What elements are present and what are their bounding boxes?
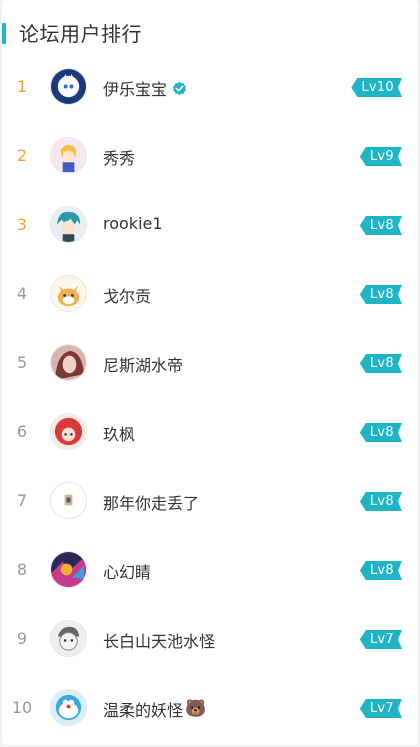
user-name-container[interactable]: 那年你走丢了 bbox=[103, 490, 199, 514]
ranking-row[interactable]: 3 rookie1 Lv8 bbox=[2, 200, 418, 252]
user-name[interactable]: 玖枫 bbox=[103, 421, 135, 445]
user-name[interactable]: 温柔的妖怪 bbox=[103, 697, 183, 721]
user-name-container[interactable]: 尼斯湖水帝 bbox=[103, 352, 183, 376]
user-avatar[interactable] bbox=[50, 689, 87, 726]
user-avatar[interactable] bbox=[50, 68, 87, 105]
user-name[interactable]: 尼斯湖水帝 bbox=[103, 352, 183, 376]
user-name-container[interactable]: 秀秀 bbox=[103, 145, 135, 169]
panel-header: 论坛用户排行 bbox=[2, 20, 418, 52]
user-name[interactable]: rookie1 bbox=[103, 214, 163, 233]
user-avatar[interactable] bbox=[50, 413, 87, 450]
user-name-container[interactable]: 长白山天池水怪 bbox=[103, 628, 215, 652]
level-badge: Lv8 bbox=[360, 492, 402, 511]
ranking-row[interactable]: 1 伊乐宝宝 Lv10 bbox=[2, 62, 418, 114]
user-name[interactable]: 心幻睛 bbox=[103, 559, 151, 583]
user-name-container[interactable]: 伊乐宝宝 bbox=[103, 76, 187, 100]
user-avatar[interactable] bbox=[50, 206, 87, 243]
rank-number: 2 bbox=[16, 146, 28, 165]
level-badge: Lv8 bbox=[360, 285, 402, 304]
level-badge: Lv7 bbox=[360, 699, 402, 718]
ranking-row[interactable]: 2 秀秀 Lv9 bbox=[2, 131, 418, 183]
user-name[interactable]: 那年你走丢了 bbox=[103, 490, 199, 514]
rank-number: 7 bbox=[16, 491, 28, 510]
ranking-row[interactable]: 9 长白山天池水怪 Lv7 bbox=[2, 614, 418, 666]
rank-number: 3 bbox=[16, 215, 28, 234]
level-badge: Lv8 bbox=[360, 354, 402, 373]
ranking-row[interactable]: 7 那年你走丢了 Lv8 bbox=[2, 476, 418, 528]
user-avatar[interactable] bbox=[50, 275, 87, 312]
user-name-container[interactable]: 玖枫 bbox=[103, 421, 135, 445]
user-name-container[interactable]: 戈尔贡 bbox=[103, 283, 151, 307]
rank-number: 4 bbox=[16, 284, 28, 303]
bear-emoji-icon: 🐻 bbox=[185, 698, 207, 719]
level-badge: Lv9 bbox=[360, 147, 402, 166]
level-badge: Lv10 bbox=[351, 78, 402, 97]
title-accent-bar bbox=[2, 23, 6, 44]
ranking-row[interactable]: 10 温柔的妖怪 🐻 Lv7 bbox=[2, 683, 418, 735]
rank-number: 9 bbox=[16, 629, 28, 648]
rank-number: 1 bbox=[16, 77, 28, 96]
user-ranking-panel: 论坛用户排行 1 伊乐宝宝 Lv10 2 秀秀 Lv9 3 rookie1 Lv… bbox=[2, 0, 418, 745]
user-name[interactable]: 戈尔贡 bbox=[103, 283, 151, 307]
ranking-row[interactable]: 5 尼斯湖水帝 Lv8 bbox=[2, 338, 418, 390]
user-name-container[interactable]: 心幻睛 bbox=[103, 559, 151, 583]
rank-number: 6 bbox=[16, 422, 28, 441]
ranking-row[interactable]: 4 戈尔贡 Lv8 bbox=[2, 269, 418, 321]
verified-icon bbox=[172, 81, 187, 96]
ranking-row[interactable]: 6 玖枫 Lv8 bbox=[2, 407, 418, 459]
user-name[interactable]: 伊乐宝宝 bbox=[103, 76, 167, 100]
level-badge: Lv8 bbox=[360, 561, 402, 580]
panel-title: 论坛用户排行 bbox=[19, 22, 142, 46]
ranking-row[interactable]: 8 心幻睛 Lv8 bbox=[2, 545, 418, 597]
user-name-container[interactable]: rookie1 bbox=[103, 214, 163, 233]
user-avatar[interactable] bbox=[50, 551, 87, 588]
level-badge: Lv7 bbox=[360, 630, 402, 649]
user-avatar[interactable] bbox=[50, 137, 87, 174]
rank-number: 5 bbox=[16, 353, 28, 372]
user-name[interactable]: 长白山天池水怪 bbox=[103, 628, 215, 652]
level-badge: Lv8 bbox=[360, 423, 402, 442]
rank-number: 8 bbox=[16, 560, 28, 579]
level-badge: Lv8 bbox=[360, 216, 402, 235]
user-name-container[interactable]: 温柔的妖怪 🐻 bbox=[103, 697, 206, 721]
user-avatar[interactable] bbox=[50, 482, 87, 519]
user-avatar[interactable] bbox=[50, 620, 87, 657]
user-name[interactable]: 秀秀 bbox=[103, 145, 135, 169]
rank-number: 10 bbox=[11, 698, 33, 717]
user-avatar[interactable] bbox=[50, 344, 87, 381]
